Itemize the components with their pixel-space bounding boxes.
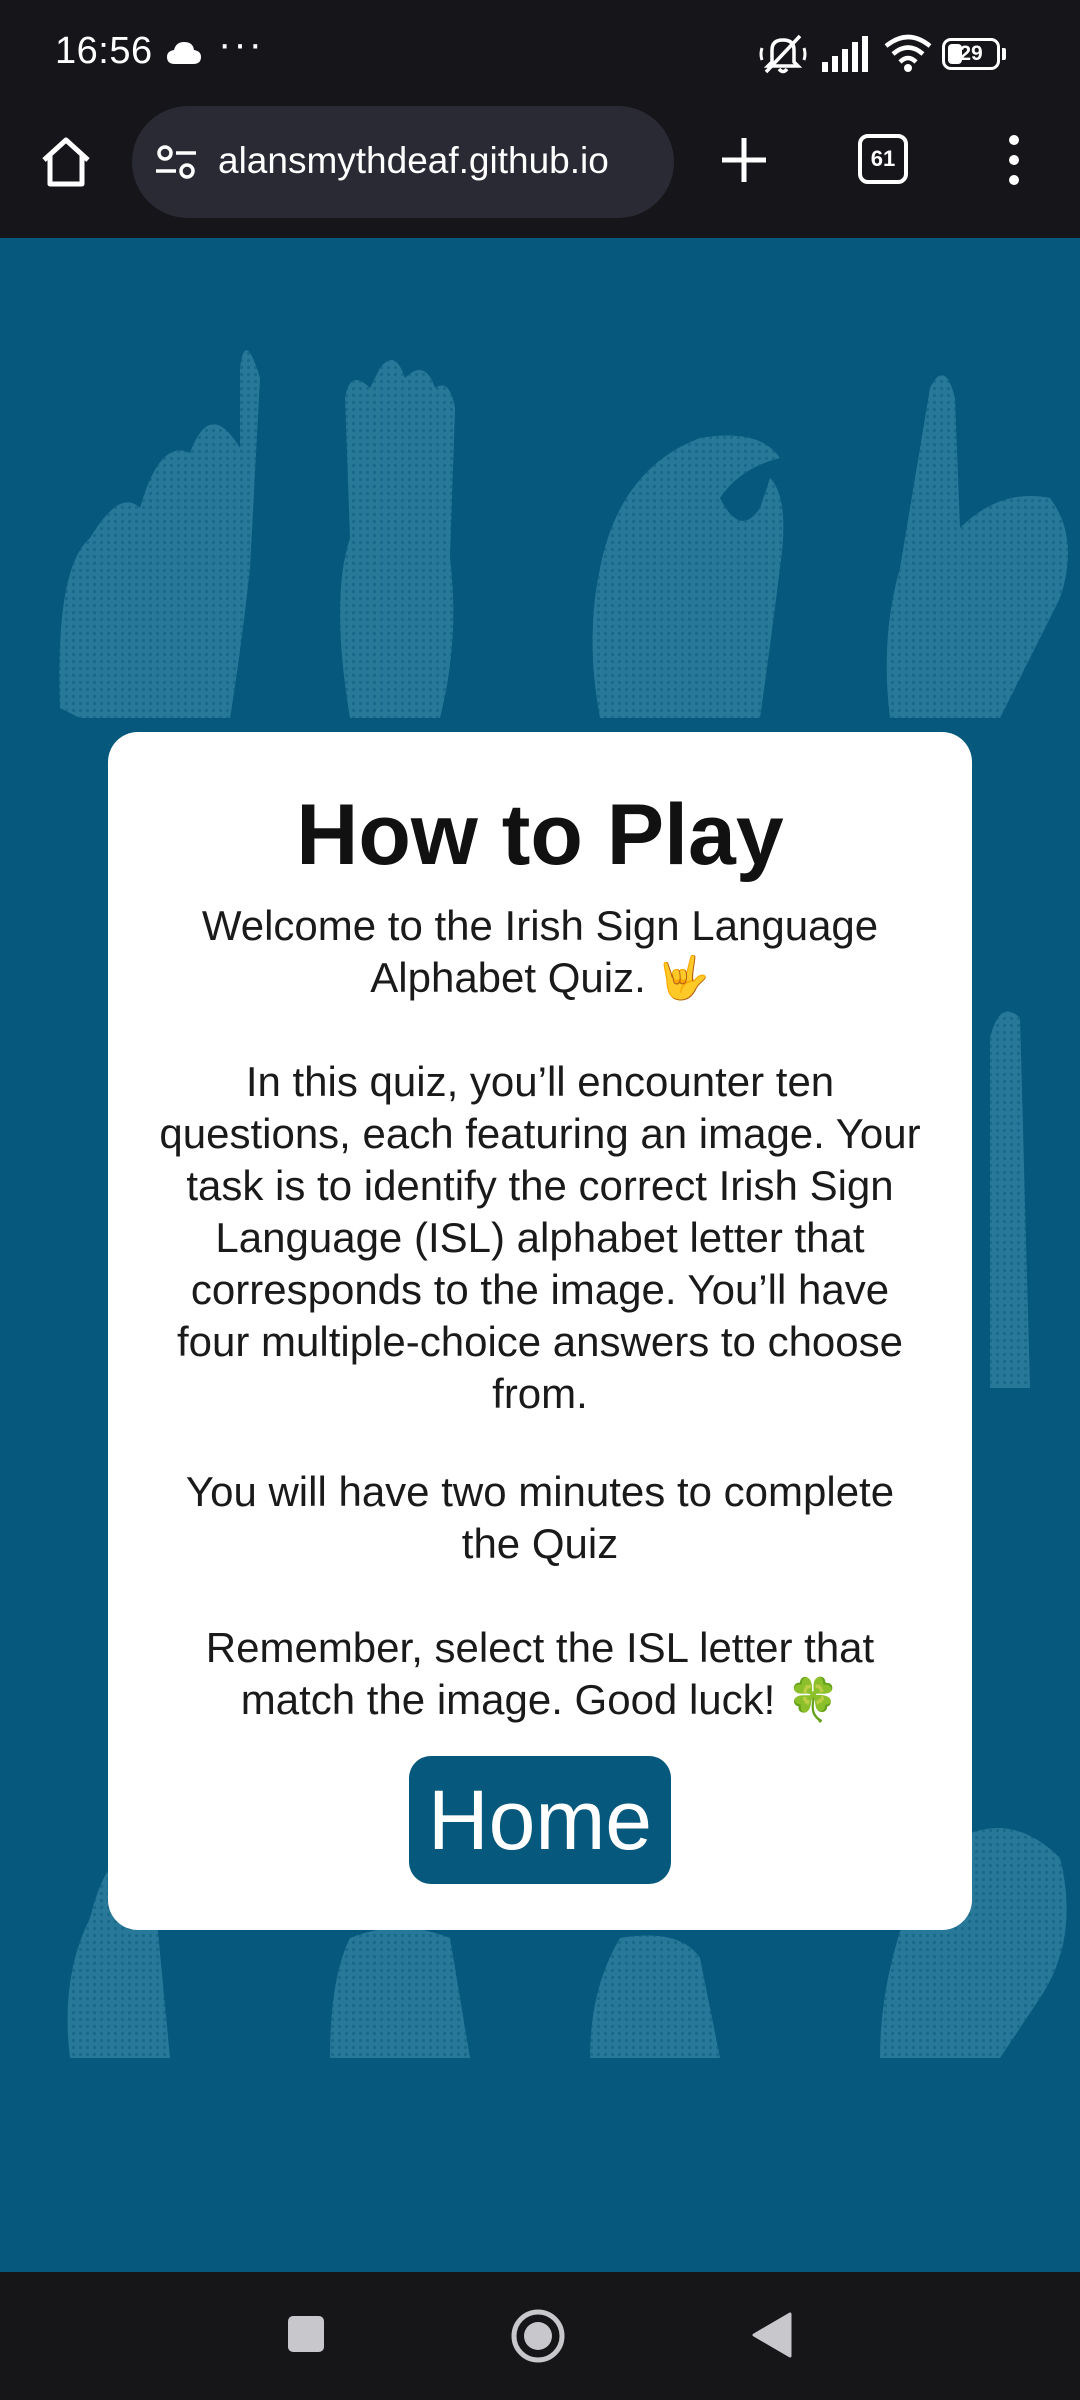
home-icon[interactable]	[36, 132, 96, 192]
browser-toolbar: alansmythdeaf.github.io 61	[0, 104, 1080, 238]
page-content: How to Play Welcome to the Irish Sign La…	[0, 238, 1080, 2272]
site-settings-icon[interactable]	[154, 142, 198, 182]
status-bar: 16:56 ··· 29	[0, 0, 1080, 104]
url-text[interactable]: alansmythdeaf.github.io	[218, 140, 609, 182]
home-button[interactable]: Home	[409, 1756, 671, 1884]
battery-level: 29	[959, 42, 983, 65]
cloud-icon	[167, 42, 201, 64]
signal-icon	[822, 36, 868, 72]
time-limit-text: You will have two minutes to complete th…	[185, 1468, 895, 1567]
battery-icon: 29	[942, 38, 1006, 70]
instructions-text: In this quiz, you’ll encounter ten quest…	[159, 1058, 921, 1417]
good-luck-text: Remember, select the ISL letter that mat…	[205, 1624, 875, 1723]
tab-count: 61	[870, 146, 896, 171]
wifi-icon	[884, 34, 932, 72]
recents-icon[interactable]	[286, 2314, 326, 2354]
tab-switcher-icon[interactable]: 61	[858, 134, 908, 184]
home-circle-icon[interactable]	[510, 2308, 566, 2364]
status-overflow: ···	[218, 22, 264, 66]
status-time: 16:56	[55, 30, 153, 72]
menu-icon[interactable]	[1000, 130, 1028, 190]
mute-icon	[759, 34, 807, 74]
welcome-text: Welcome to the Irish Sign Language Alpha…	[201, 902, 879, 1001]
new-tab-icon[interactable]	[716, 132, 772, 188]
back-icon[interactable]	[750, 2310, 794, 2360]
how-to-play-modal: How to Play Welcome to the Irish Sign La…	[108, 732, 972, 1930]
system-nav-bar	[0, 2272, 1080, 2400]
url-bar[interactable]: alansmythdeaf.github.io	[132, 106, 674, 218]
modal-title: How to Play	[296, 787, 784, 883]
